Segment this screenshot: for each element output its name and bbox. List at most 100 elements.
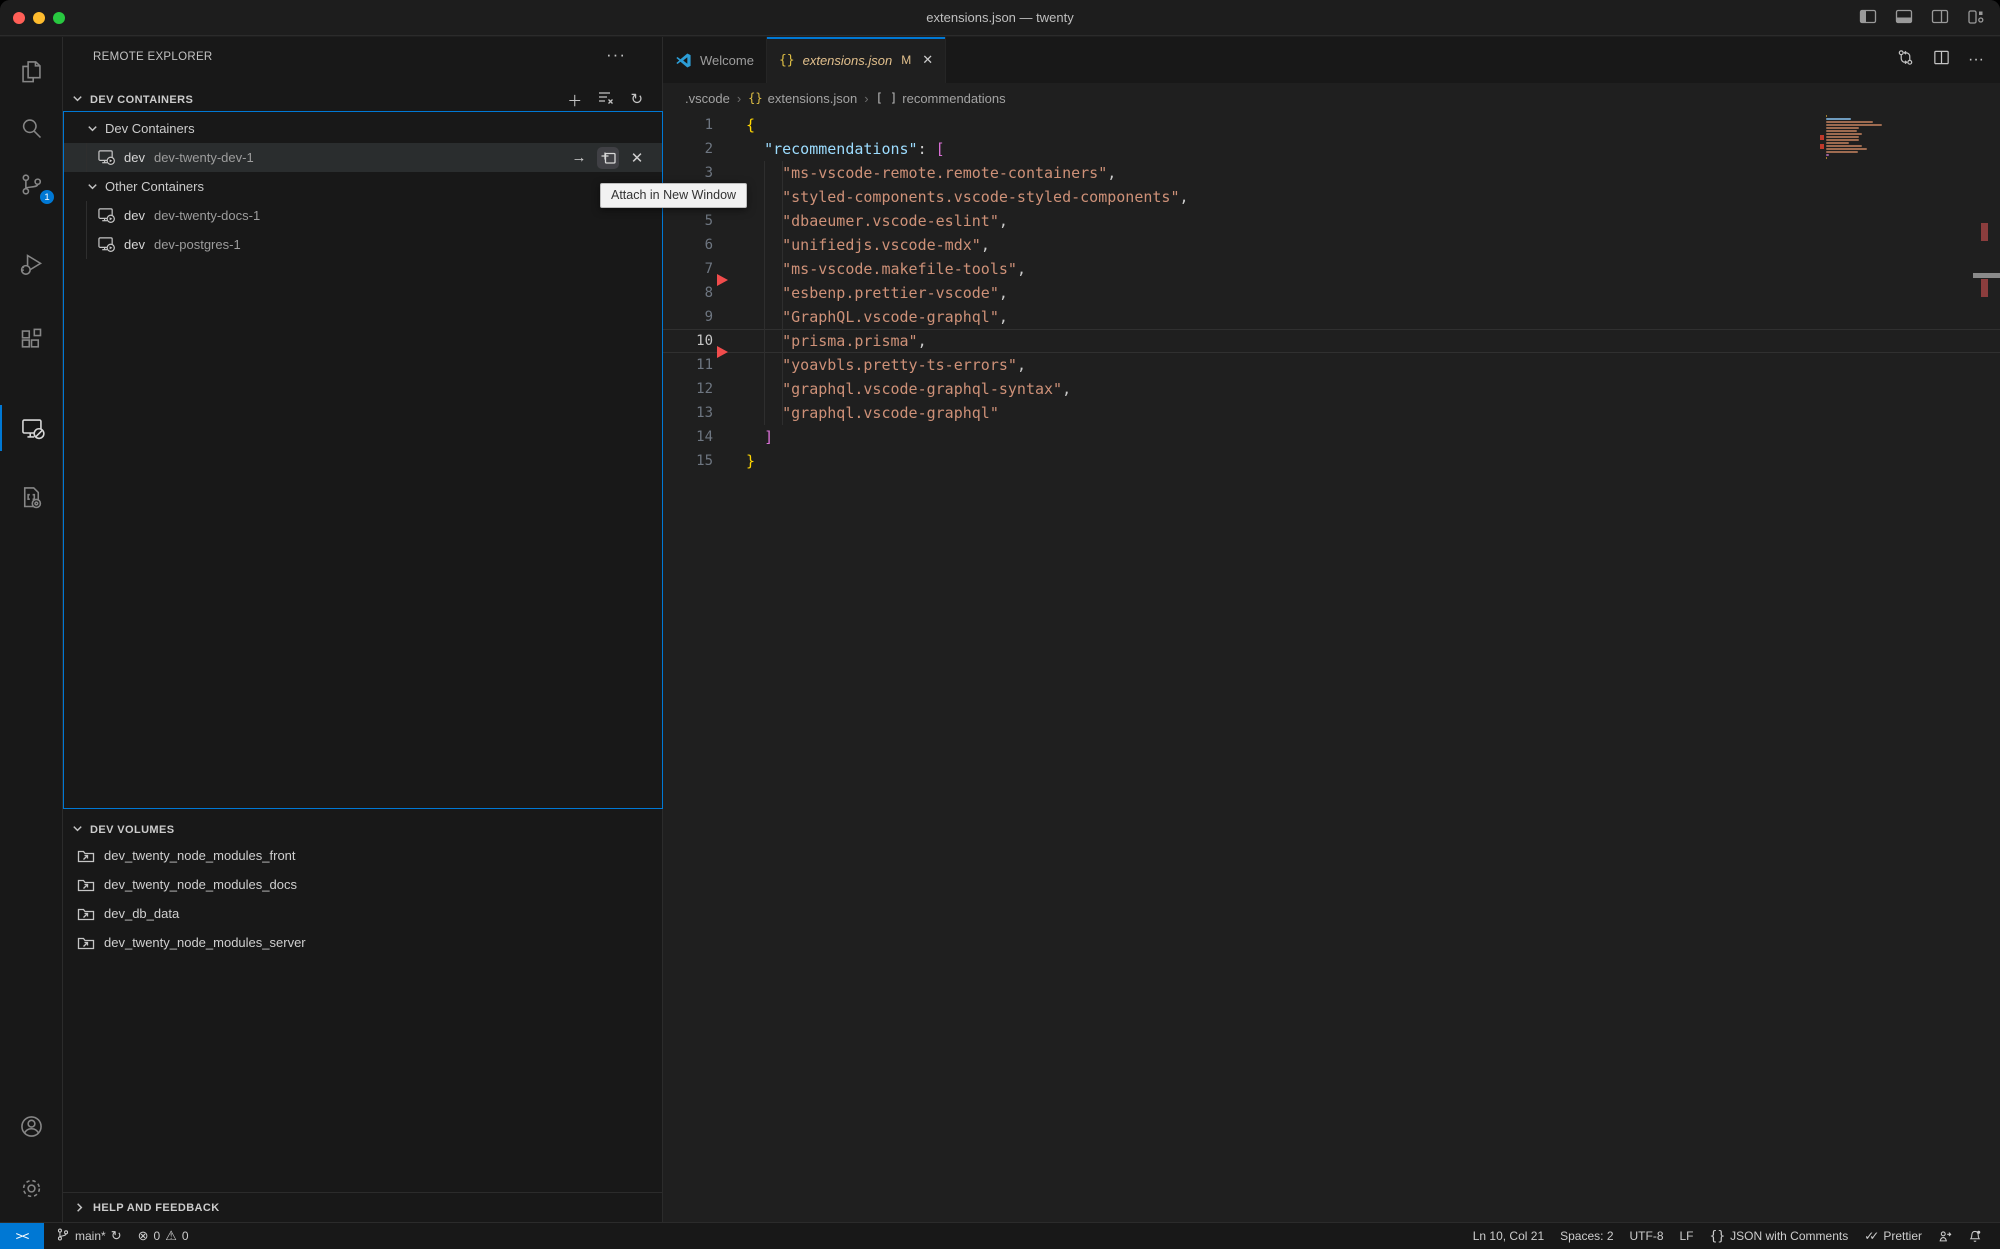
volume-row[interactable]: dev_twenty_node_modules_front xyxy=(63,841,663,870)
feedback-icon[interactable] xyxy=(1930,1223,1960,1249)
code-line[interactable]: 7 "ms-vscode.makefile-tools", xyxy=(663,257,2000,281)
section-help-and-feedback[interactable]: HELP AND FEEDBACK xyxy=(63,1192,663,1222)
cursor-position[interactable]: Ln 10, Col 21 xyxy=(1465,1223,1552,1249)
source-control-icon[interactable]: 1 xyxy=(0,161,63,207)
warning-count: 0 xyxy=(182,1229,189,1243)
line-number[interactable]: 14 xyxy=(663,429,713,445)
breadcrumb-file[interactable]: extensions.json xyxy=(768,91,858,106)
code-line[interactable]: 3 "ms-vscode-remote.remote-containers", xyxy=(663,161,2000,185)
encoding-status[interactable]: UTF-8 xyxy=(1622,1223,1672,1249)
line-number[interactable]: 15 xyxy=(663,453,713,469)
tab-welcome[interactable]: Welcome xyxy=(663,37,767,83)
code-line[interactable]: 6 "unifiedjs.vscode-mdx", xyxy=(663,233,2000,257)
tree-indent-guide xyxy=(86,230,87,259)
run-debug-icon[interactable] xyxy=(0,241,63,287)
line-number[interactable]: 2 xyxy=(663,141,713,157)
line-number[interactable]: 5 xyxy=(663,213,713,229)
git-branch-icon xyxy=(56,1227,70,1245)
container-row[interactable]: devdev-twenty-docs-1 xyxy=(64,201,662,230)
container-row[interactable]: devdev-postgres-1 xyxy=(64,230,662,259)
tree-group-row[interactable]: Dev Containers xyxy=(64,114,662,143)
line-number[interactable]: 10 xyxy=(663,333,713,349)
notifications-bell-icon[interactable] xyxy=(1960,1223,1990,1249)
code-token: "recommendations" xyxy=(764,140,918,158)
code-line[interactable]: 2 "recommendations": [ xyxy=(663,137,2000,161)
explorer-icon[interactable] xyxy=(0,48,63,94)
code-line[interactable]: 9 "GraphQL.vscode-graphql", xyxy=(663,305,2000,329)
line-number[interactable]: 13 xyxy=(663,405,713,421)
tree-group-row[interactable]: Other Containers xyxy=(64,172,662,201)
line-number[interactable]: 6 xyxy=(663,237,713,253)
git-branch-status[interactable]: main* ↻ xyxy=(44,1223,130,1249)
line-number[interactable]: 7 xyxy=(663,261,713,277)
split-editor-icon[interactable] xyxy=(1932,48,1951,72)
line-number[interactable]: 1 xyxy=(663,117,713,133)
tree-indent-guide xyxy=(86,201,87,230)
extensions-icon[interactable] xyxy=(0,316,63,362)
settings-gear-icon[interactable] xyxy=(0,1165,63,1211)
container-row[interactable]: devdev-twenty-dev-1→✕ xyxy=(64,143,662,172)
dev-containers-icon[interactable] xyxy=(0,474,63,520)
section-dev-containers[interactable]: DEV CONTAINERS ＋ ↻ xyxy=(63,89,662,111)
line-number[interactable]: 12 xyxy=(663,381,713,397)
code-line[interactable]: 13 "graphql.vscode-graphql" xyxy=(663,401,2000,425)
breadcrumb-symbol[interactable]: recommendations xyxy=(902,91,1005,106)
customize-layout-icon[interactable] xyxy=(1966,7,1986,32)
line-number[interactable]: 11 xyxy=(663,357,713,373)
accounts-icon[interactable] xyxy=(0,1103,63,1149)
clear-list-icon[interactable] xyxy=(597,90,615,111)
more-actions-icon[interactable]: ··· xyxy=(1968,51,1984,69)
overview-ruler-mark xyxy=(1981,223,1988,241)
search-icon[interactable] xyxy=(0,105,63,151)
code-line[interactable]: 5 "dbaeumer.vscode-eslint", xyxy=(663,209,2000,233)
more-actions-icon[interactable]: ··· xyxy=(606,45,626,65)
code-line[interactable]: 11 "yoavbls.pretty-ts-errors", xyxy=(663,353,2000,377)
indentation-status[interactable]: Spaces: 2 xyxy=(1552,1223,1621,1249)
code-text: { xyxy=(746,116,755,134)
remote-indicator[interactable]: >< xyxy=(0,1223,44,1249)
toggle-panel-icon[interactable] xyxy=(1894,7,1914,32)
code-token: "prisma.prisma" xyxy=(782,332,917,350)
attach-new-window-icon[interactable] xyxy=(597,147,619,169)
breadcrumb-folder[interactable]: .vscode xyxy=(685,91,730,106)
formatter-status[interactable]: ✓✓ Prettier xyxy=(1856,1223,1930,1249)
volume-row[interactable]: dev_twenty_node_modules_server xyxy=(63,928,663,957)
refresh-icon[interactable]: ↻ xyxy=(628,90,646,111)
volume-row[interactable]: dev_twenty_node_modules_docs xyxy=(63,870,663,899)
toggle-secondary-sidebar-icon[interactable] xyxy=(1930,7,1950,32)
tab-extensions-json[interactable]: {} extensions.json M ✕ xyxy=(767,37,946,83)
code-line[interactable]: 1{ xyxy=(663,113,2000,137)
code-line[interactable]: 4 "styled-components.vscode-styled-compo… xyxy=(663,185,2000,209)
minimap-line xyxy=(1826,133,1862,135)
remote-explorer-icon[interactable] xyxy=(0,405,63,451)
tree-indent-guide xyxy=(86,143,87,172)
remove-icon[interactable]: ✕ xyxy=(626,147,648,169)
problems-status[interactable]: ⊗ 0 ⚠ 0 xyxy=(130,1223,197,1249)
line-number[interactable]: 8 xyxy=(663,285,713,301)
line-number[interactable]: 9 xyxy=(663,309,713,325)
minimap[interactable] xyxy=(1826,115,1896,160)
code-text: "prisma.prisma", xyxy=(746,332,927,350)
code-token: [ xyxy=(936,140,945,158)
language-label: JSON with Comments xyxy=(1730,1229,1848,1243)
add-container-icon[interactable]: ＋ xyxy=(566,90,584,111)
json-file-icon: {} xyxy=(779,53,795,68)
line-number[interactable]: 3 xyxy=(663,165,713,181)
volume-row[interactable]: dev_db_data xyxy=(63,899,663,928)
gutter-marker-icon[interactable] xyxy=(717,274,728,286)
close-tab-icon[interactable]: ✕ xyxy=(922,52,933,68)
code-line[interactable]: 14 ] xyxy=(663,425,2000,449)
gutter-marker-icon[interactable] xyxy=(717,346,728,358)
attach-shell-icon[interactable]: → xyxy=(568,147,590,169)
code-line[interactable]: 8 "esbenp.prettier-vscode", xyxy=(663,281,2000,305)
eol-status[interactable]: LF xyxy=(1672,1223,1702,1249)
code-line[interactable]: 15} xyxy=(663,449,2000,473)
language-mode[interactable]: {} JSON with Comments xyxy=(1702,1223,1857,1249)
code-line[interactable]: 10 "prisma.prisma", xyxy=(663,329,2000,353)
section-dev-volumes[interactable]: DEV VOLUMES xyxy=(63,819,663,841)
code-area[interactable]: 1{2 "recommendations": [3 "ms-vscode-rem… xyxy=(663,113,2000,1222)
toggle-primary-sidebar-icon[interactable] xyxy=(1858,7,1878,32)
open-changes-icon[interactable] xyxy=(1896,48,1915,72)
code-line[interactable]: 12 "graphql.vscode-graphql-syntax", xyxy=(663,377,2000,401)
minimap-line xyxy=(1826,154,1829,156)
